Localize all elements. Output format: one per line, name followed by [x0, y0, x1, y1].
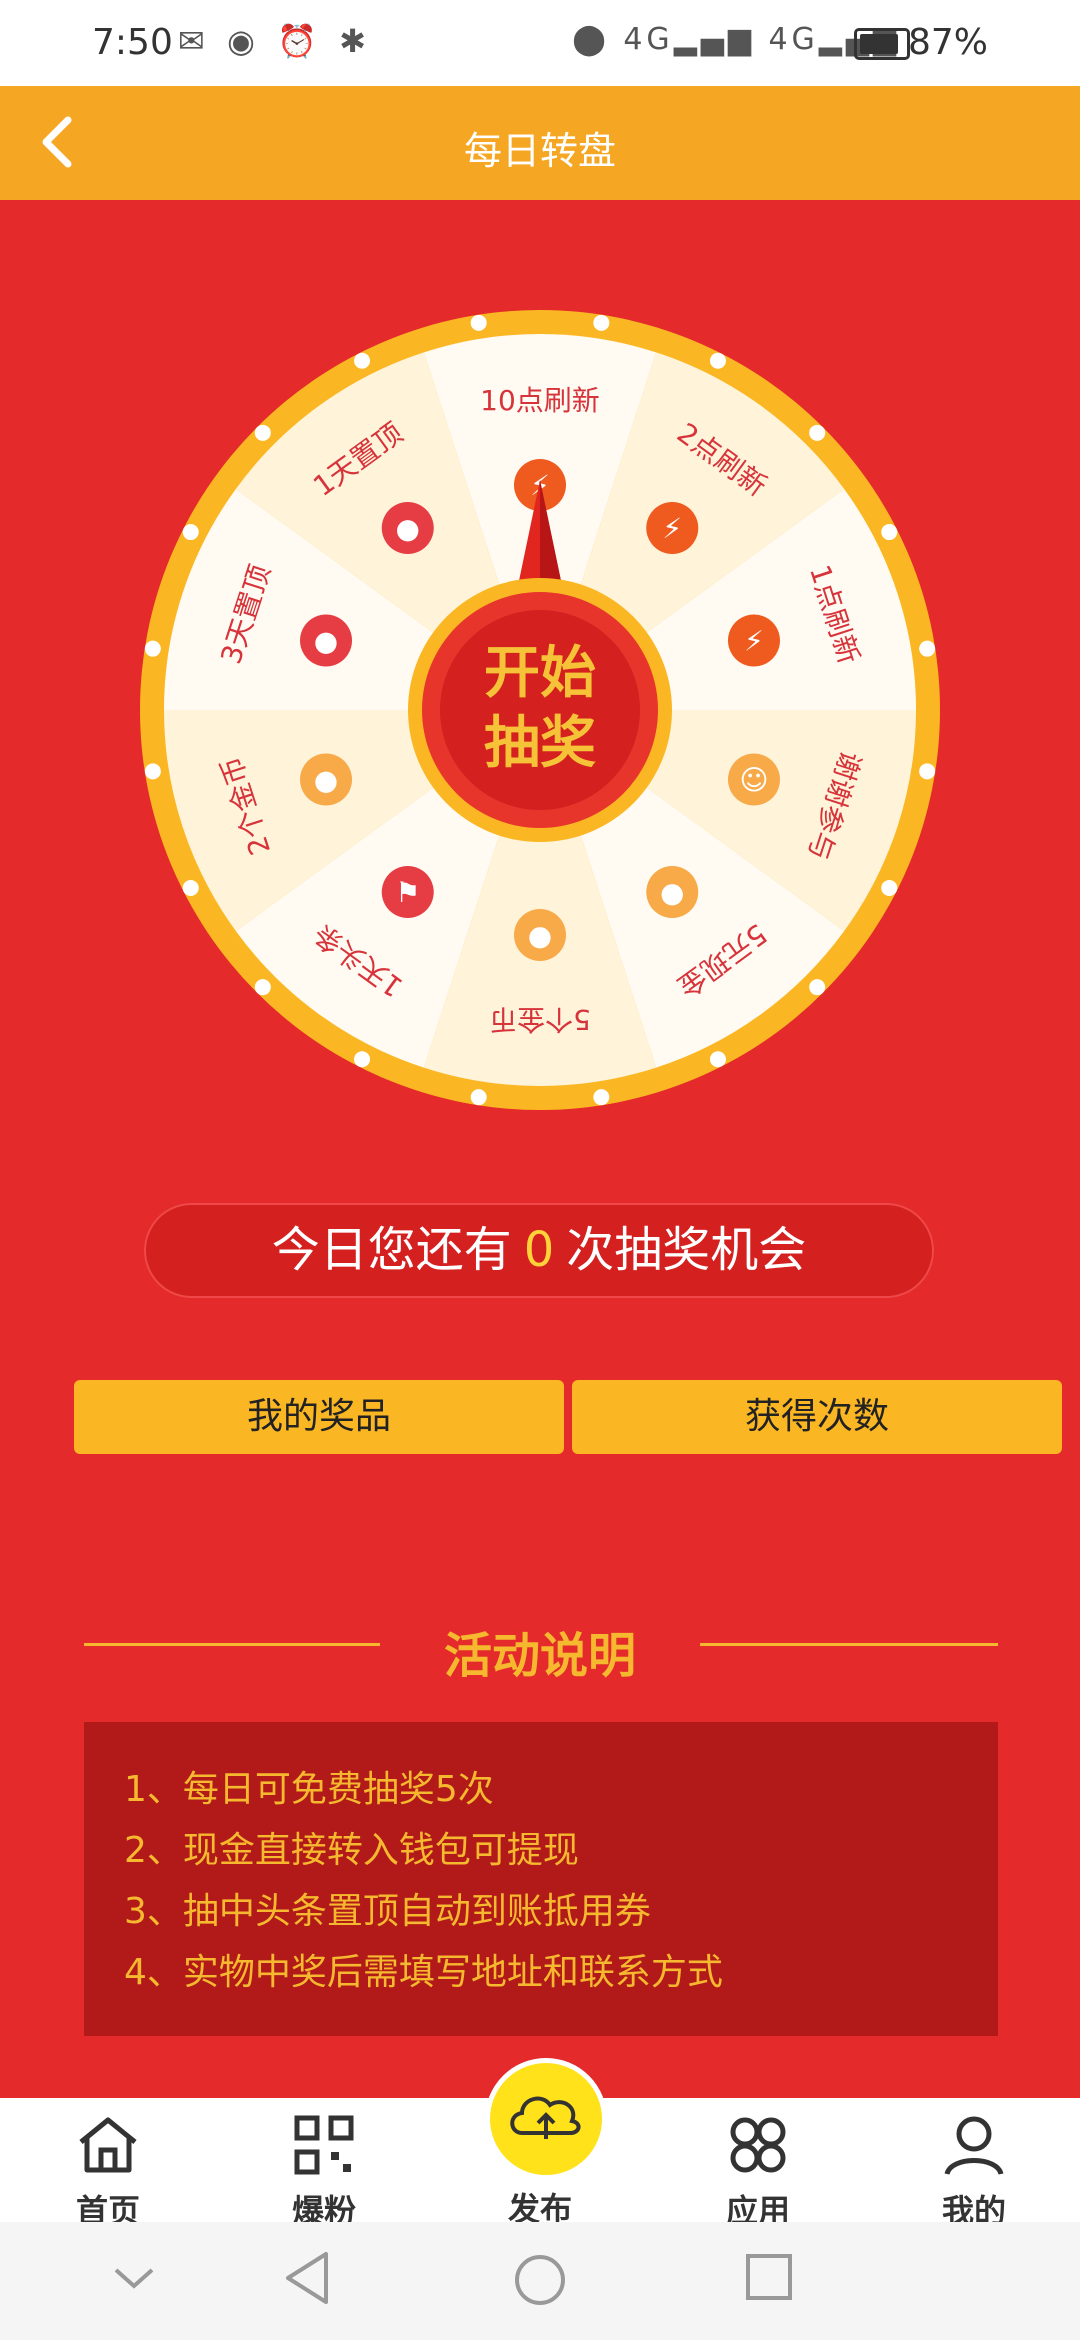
rim-light	[354, 1051, 371, 1068]
location-icon: ⬤	[572, 22, 610, 57]
rim-light	[144, 640, 161, 657]
divider-right	[700, 1643, 998, 1646]
rule-item: 2、现金直接转入钱包可提现	[124, 1830, 579, 1871]
apps-icon	[730, 2117, 786, 2173]
start-lottery-button[interactable]: 开始 抽奖	[408, 578, 672, 842]
battery-icon	[854, 28, 910, 60]
publish-button[interactable]	[485, 2058, 607, 2180]
rim-light	[809, 979, 826, 996]
page-title: 每日转盘	[463, 129, 616, 173]
network-1: 4G	[623, 22, 674, 57]
activity-rules: 1、每日可免费抽奖5次 2、现金直接转入钱包可提现 3、抽中头条置顶自动到账抵用…	[84, 1722, 998, 2036]
get-chances-button[interactable]: 获得次数	[572, 1380, 1062, 1454]
recents-square-icon[interactable]	[744, 2252, 794, 2302]
rule-item: 4、实物中奖后需填写地址和联系方式	[124, 1952, 723, 1993]
coin-icon-glyph: ●	[314, 764, 338, 797]
chances-count: 0	[523, 1222, 555, 1278]
rim-light	[254, 424, 271, 441]
wheel-segment-label: 10点刷新	[480, 384, 600, 417]
status-bar: 7:50 ✉ ◉ ⏰ ✱ ⬤ 4G▂▄▆ 4G▂▄▆ 87%	[0, 0, 1080, 86]
my-prizes-button[interactable]: 我的奖品	[74, 1380, 564, 1454]
chances-banner: 今日您还有 0 次抽奖机会	[144, 1203, 934, 1298]
chances-prefix: 今日您还有	[271, 1222, 512, 1278]
rim-light	[144, 763, 161, 780]
rim-light	[881, 879, 898, 896]
battery-percent: 87%	[907, 22, 988, 63]
chances-suffix: 次抽奖机会	[566, 1222, 807, 1278]
chevron-down-icon[interactable]	[112, 2264, 156, 2292]
cash-icon-glyph: ●	[660, 876, 684, 909]
rim-light	[470, 314, 487, 331]
rule-item: 3、抽中头条置顶自动到账抵用券	[124, 1891, 651, 1932]
pin-icon-glyph: ●	[396, 512, 420, 545]
rim-light	[709, 352, 726, 369]
lightning-icon-glyph: ⚡	[744, 624, 764, 657]
start-text-line1: 开始	[484, 641, 596, 706]
system-nav-bar	[0, 2222, 1080, 2340]
rim-light	[919, 763, 936, 780]
home-icon	[79, 2117, 137, 2173]
rim-light	[254, 979, 271, 996]
nav-apps[interactable]: 应用	[678, 2110, 838, 2232]
rim-light	[354, 352, 371, 369]
pin-icon-glyph: ●	[314, 624, 338, 657]
nav-home[interactable]: 首页	[28, 2110, 188, 2232]
rim-light	[182, 879, 199, 896]
rim-light	[593, 1089, 610, 1106]
lightning-icon-glyph: ⚡	[662, 512, 682, 545]
rim-light	[881, 524, 898, 541]
qr-icon	[294, 2115, 354, 2175]
start-text-line2: 抽奖	[484, 711, 596, 776]
rim-light	[182, 524, 199, 541]
coin-icon-glyph: ●	[528, 919, 552, 952]
rim-light	[470, 1089, 487, 1106]
smiley-icon-glyph: ☺	[739, 764, 768, 797]
activity-title: 活动说明	[443, 1628, 636, 1684]
home-circle-icon[interactable]	[512, 2252, 568, 2308]
wheel-segment-label: 5个金币	[489, 1003, 591, 1036]
rim-light	[709, 1051, 726, 1068]
nav-fans[interactable]: 爆粉	[244, 2110, 404, 2232]
back-triangle-icon[interactable]	[282, 2250, 332, 2306]
upload-cloud-icon	[510, 2096, 581, 2139]
network-2: 4G	[768, 22, 819, 57]
signal-icons: ⬤ 4G▂▄▆ 4G▂▄▆	[572, 22, 896, 57]
rule-item: 1、每日可免费抽奖5次	[124, 1769, 494, 1810]
notification-icons: ✉ ◉ ⏰ ✱	[178, 22, 372, 60]
rim-light	[809, 424, 826, 441]
nav-me[interactable]: 我的	[894, 2110, 1054, 2232]
prize-wheel: ⚡10点刷新⚡2点刷新⚡ 1点刷新☺ 谢谢参与●5元现金●5个金币⚑1天头条●2个金…	[140, 310, 940, 1110]
flag-icon-glyph: ⚑	[395, 876, 420, 909]
user-icon	[944, 2116, 1004, 2176]
status-time: 7:50	[92, 22, 173, 63]
app-bar: 每日转盘	[0, 86, 1080, 200]
rim-light	[919, 640, 936, 657]
rim-light	[593, 314, 610, 331]
